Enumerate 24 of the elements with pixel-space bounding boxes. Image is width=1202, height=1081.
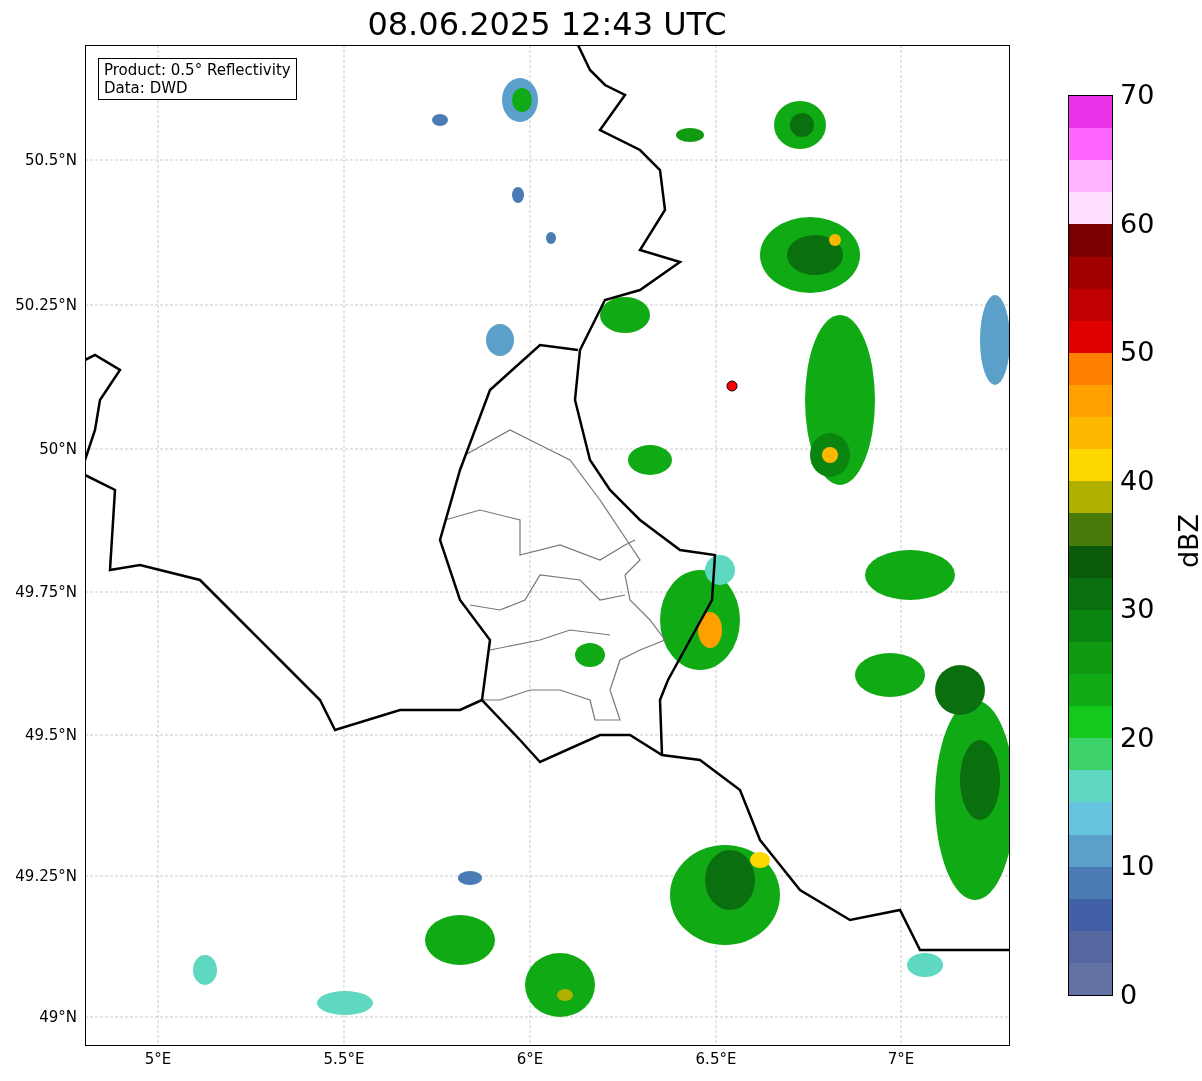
info-text: Product: 0.5° Reflectivity [104, 61, 291, 79]
colorbar-tick-label: 70 [1120, 79, 1155, 111]
latitude-label: 50.5°N [24, 151, 77, 169]
colorbar-tick-label: 20 [1120, 721, 1155, 754]
latitude-label: 49.25°N [15, 867, 77, 885]
chart-title: 08.06.2025 12:43 UTC [367, 4, 727, 45]
colorbar-tick-label: 40 [1120, 464, 1155, 497]
latitude-label: 50°N [39, 440, 77, 458]
colorbar-tick-label: 60 [1120, 207, 1155, 240]
colorbar-tick-label: 10 [1120, 850, 1155, 883]
longitude-label: 6°E [516, 1050, 544, 1068]
longitude-label: 5.5°E [323, 1050, 365, 1068]
colorbar-tick-label: 0 [1120, 979, 1138, 1011]
colorbar-label: dBZ [1173, 513, 1202, 569]
longitude-label: 6.5°E [695, 1050, 737, 1068]
latitude-label: 49°N [39, 1008, 77, 1026]
info-text: Data: DWD [104, 79, 189, 97]
latitude-label: 50.25°N [15, 296, 77, 314]
latitude-label: 49.5°N [24, 726, 77, 744]
latitude-label: 49.75°N [15, 583, 77, 601]
colorbar-tick-label: 50 [1120, 336, 1155, 369]
colorbar-tick-label: 30 [1120, 593, 1155, 626]
longitude-label: 7°E [887, 1050, 915, 1068]
longitude-label: 5°E [144, 1050, 172, 1068]
